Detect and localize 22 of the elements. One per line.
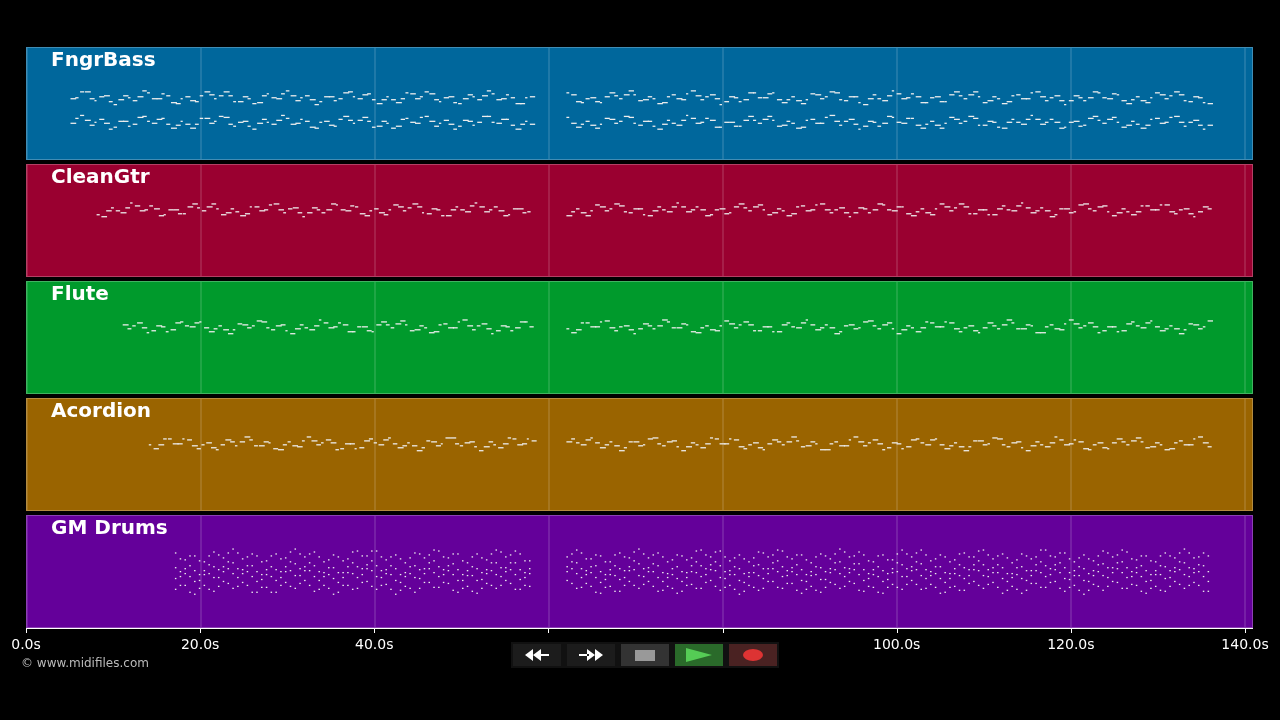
time-label: 100.0s: [873, 636, 921, 652]
time-label: 20.0s: [180, 636, 220, 652]
stop-icon: [635, 649, 655, 661]
fast-forward-icon: [579, 649, 603, 661]
play-icon: [686, 648, 712, 662]
time-label: 120.0s: [1047, 636, 1095, 652]
record-button[interactable]: [729, 644, 777, 666]
play-button[interactable]: [675, 644, 723, 666]
time-label: 140.0s: [1221, 636, 1269, 652]
track-name: FngrBass: [51, 48, 156, 70]
fast-forward-button[interactable]: [567, 644, 615, 666]
track-name: Flute: [51, 282, 109, 304]
rewind-icon: [525, 649, 549, 661]
track-name: CleanGtr: [51, 165, 150, 187]
time-label: 0.0s: [11, 636, 41, 652]
copyright-text: © www.midifiles.com: [21, 656, 149, 670]
record-icon: [743, 649, 763, 661]
rewind-button[interactable]: [513, 644, 561, 666]
time-label: 40.0s: [355, 636, 394, 652]
track-name: GM Drums: [51, 516, 168, 538]
track-name: Acordion: [51, 399, 152, 421]
stop-button[interactable]: [621, 644, 669, 666]
